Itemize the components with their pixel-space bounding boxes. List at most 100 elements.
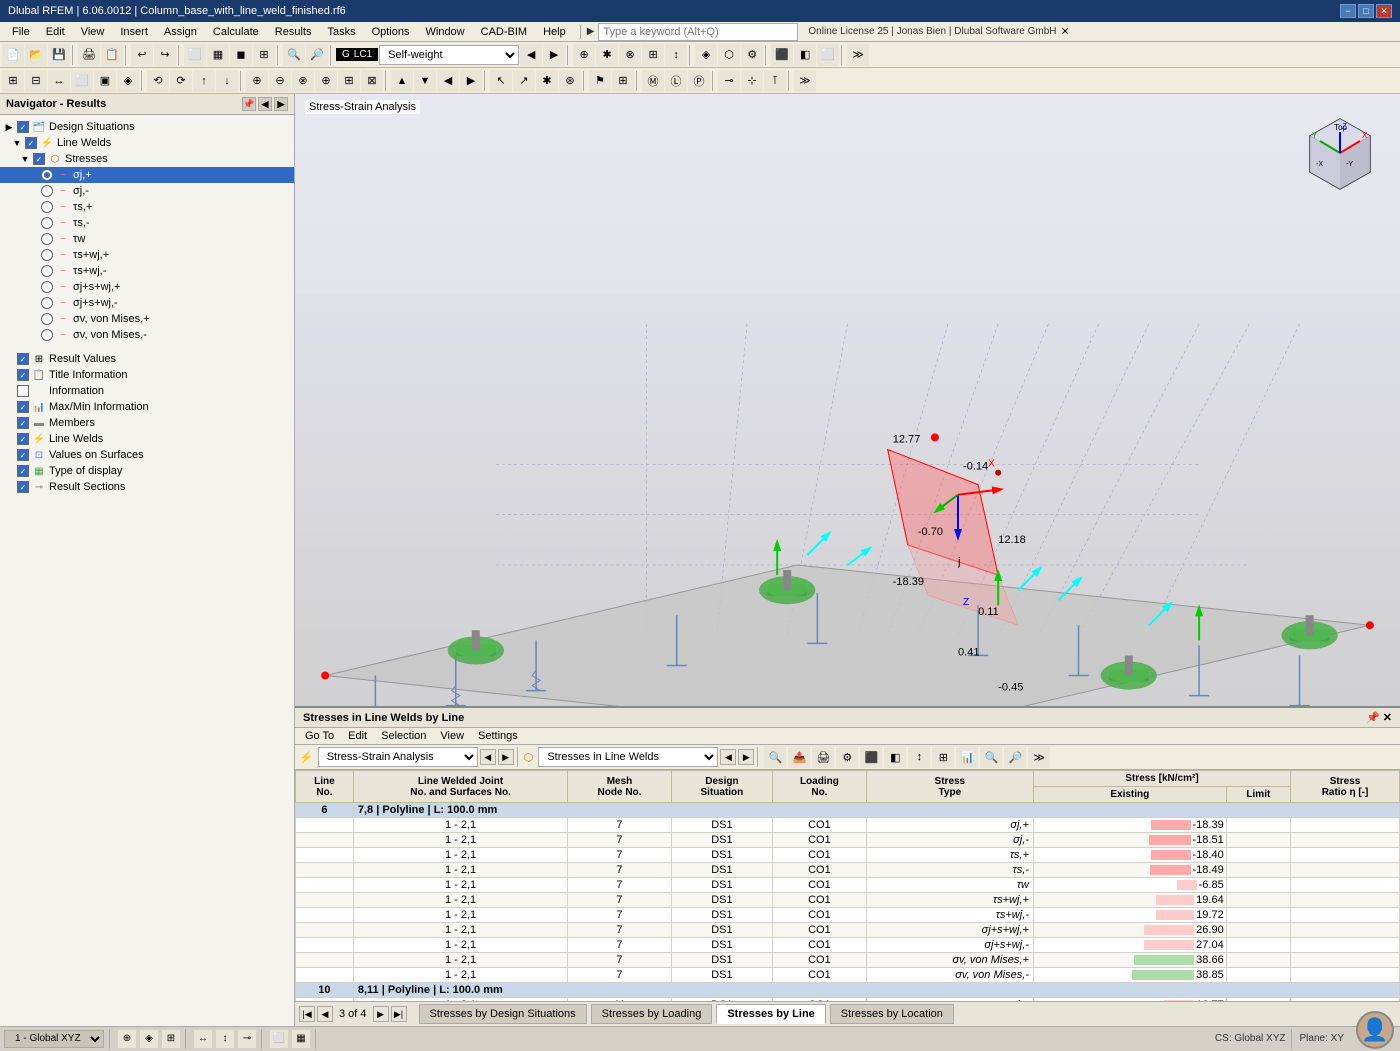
radio-sigma-j-s-wj-neg[interactable] [41, 297, 53, 309]
menu-calculate[interactable]: Calculate [205, 24, 267, 40]
tb2-30[interactable]: ⊸ [718, 70, 740, 92]
nav-prev-btn[interactable]: ◀ [258, 97, 272, 111]
sb-btn-5[interactable]: ↕ [216, 1030, 234, 1048]
tb-extra-8[interactable]: ⚙ [741, 44, 763, 66]
tb-extra-3[interactable]: ⊗ [619, 44, 641, 66]
check-type-display[interactable]: ✓ [17, 465, 29, 477]
tb2-26[interactable]: ⊞ [612, 70, 634, 92]
tb-extra-9[interactable]: ⬛ [771, 44, 793, 66]
analysis-type-dropdown[interactable]: Stress-Strain Analysis [318, 747, 478, 767]
tree-item-type-display[interactable]: ✓ ▦ Type of display [0, 463, 294, 479]
tb2-31[interactable]: ⊹ [741, 70, 763, 92]
radio-sigma-v-mises-neg[interactable] [41, 329, 53, 341]
tab-loading[interactable]: Stresses by Loading [591, 1004, 713, 1024]
nav-prev-btn[interactable]: ◀ [520, 44, 542, 66]
tb2-24[interactable]: ⊛ [559, 70, 581, 92]
rt-btn-print[interactable]: 🖨 [812, 746, 834, 768]
menu-edit[interactable]: Edit [38, 24, 73, 40]
tree-item-title-info[interactable]: ✓ 📋 Title Information [0, 367, 294, 383]
results-panel-pin[interactable]: 📌 [1366, 711, 1380, 724]
radio-tau-s-neg[interactable] [41, 217, 53, 229]
undo-btn[interactable]: ↩ [131, 44, 153, 66]
tree-item-result-values[interactable]: ✓ ⊞ Result Values [0, 351, 294, 367]
sb-btn-2[interactable]: ◈ [140, 1030, 158, 1048]
results-table-wrap[interactable]: LineNo. Line Welded JointNo. and Surface… [295, 770, 1400, 1001]
tb2-27[interactable]: Ⓜ [642, 70, 664, 92]
tb2-25[interactable]: ⚑ [589, 70, 611, 92]
tb2-8[interactable]: ⟳ [170, 70, 192, 92]
rt-btn-export[interactable]: 📤 [788, 746, 810, 768]
open-btn[interactable]: 📂 [25, 44, 47, 66]
rt-btn-filter[interactable]: 🔍 [764, 746, 786, 768]
tb-extra-7[interactable]: ⬡ [718, 44, 740, 66]
tb2-11[interactable]: ⊕ [246, 70, 268, 92]
tab-design-situations[interactable]: Stresses by Design Situations [419, 1004, 587, 1024]
view2-btn[interactable]: ▦ [207, 44, 229, 66]
sb-btn-4[interactable]: ↔ [194, 1030, 212, 1048]
tb2-16[interactable]: ⊠ [361, 70, 383, 92]
tb2-23[interactable]: ✱ [536, 70, 558, 92]
tb2-32[interactable]: ⊺ [764, 70, 786, 92]
tb2-21[interactable]: ↖ [490, 70, 512, 92]
sb-btn-8[interactable]: ▦ [292, 1030, 310, 1048]
rt-stress-nav-next[interactable]: ▶ [738, 749, 754, 765]
check-members[interactable]: ✓ [17, 417, 29, 429]
menu-cadbim[interactable]: CAD-BIM [473, 24, 535, 40]
menu-options[interactable]: Options [364, 24, 418, 40]
rt-btn-cols[interactable]: ⬛ [860, 746, 882, 768]
sb-btn-1[interactable]: ⊕ [118, 1030, 136, 1048]
tree-item-tau-s-wj-pos[interactable]: ~ τs+wj,+ [0, 247, 294, 263]
tb2-28[interactable]: Ⓛ [665, 70, 687, 92]
tb2-more[interactable]: ≫ [794, 70, 816, 92]
tree-item-line-welds-bottom[interactable]: ✓ ⚡ Line Welds [0, 431, 294, 447]
nav-pin-btn[interactable]: 📌 [242, 97, 256, 111]
tree-item-tau-s-neg[interactable]: ~ τs,- [0, 215, 294, 231]
tab-line[interactable]: Stresses by Line [716, 1004, 825, 1024]
redo-btn[interactable]: ↪ [154, 44, 176, 66]
viewport[interactable]: Stress-Strain Analysis [295, 94, 1400, 1026]
radio-tau-s-wj-neg[interactable] [41, 265, 53, 277]
view3-btn[interactable]: ◼ [230, 44, 252, 66]
tree-item-tau-s-pos[interactable]: ~ τs,+ [0, 199, 294, 215]
tb2-17[interactable]: ▲ [391, 70, 413, 92]
tb2-5[interactable]: ▣ [94, 70, 116, 92]
tree-item-line-welds[interactable]: ▼ ✓ ⚡ Line Welds [0, 135, 294, 151]
page-first-btn[interactable]: |◀ [299, 1006, 315, 1022]
rt-nav-next[interactable]: ▶ [498, 749, 514, 765]
tb-extra-11[interactable]: ⬜ [817, 44, 839, 66]
check-line-welds[interactable]: ✓ [25, 137, 37, 149]
page-prev-btn[interactable]: ◀ [317, 1006, 333, 1022]
zoom-btn[interactable]: 🔍 [283, 44, 305, 66]
nav-next-btn[interactable]: ▶ [274, 97, 288, 111]
nav-cube[interactable]: Top -Y -X X Y Z [1300, 114, 1380, 194]
rt-btn-zoom-out[interactable]: 🔎 [1004, 746, 1026, 768]
menu-window[interactable]: Window [418, 24, 473, 40]
tab-location[interactable]: Stresses by Location [830, 1004, 954, 1024]
results-menu-view[interactable]: View [434, 729, 470, 743]
tb2-1[interactable]: ⊞ [2, 70, 24, 92]
radio-sigma-j-pos[interactable] [41, 169, 53, 181]
tb-extra-6[interactable]: ◈ [695, 44, 717, 66]
tree-item-values-surfaces[interactable]: ✓ ⊡ Values on Surfaces [0, 447, 294, 463]
tree-item-tau-w[interactable]: ~ τw [0, 231, 294, 247]
coord-system-dropdown[interactable]: 1 - Global XYZ [4, 1030, 104, 1048]
close-button[interactable]: ✕ [1376, 4, 1392, 18]
view1-btn[interactable]: ⬜ [184, 44, 206, 66]
check-stresses[interactable]: ✓ [33, 153, 45, 165]
rt-btn-rows[interactable]: ◧ [884, 746, 906, 768]
tb2-18[interactable]: ▼ [414, 70, 436, 92]
tree-item-sigma-j-s-wj-pos[interactable]: ~ σj+s+wj,+ [0, 279, 294, 295]
radio-sigma-j-neg[interactable] [41, 185, 53, 197]
rt-btn-zoom-in[interactable]: 🔍 [980, 746, 1002, 768]
tb2-3[interactable]: ↔ [48, 70, 70, 92]
tb2-13[interactable]: ⊗ [292, 70, 314, 92]
keyword-search-input[interactable] [598, 23, 798, 41]
results-menu-edit[interactable]: Edit [342, 729, 373, 743]
rt-btn-graph[interactable]: 📊 [956, 746, 978, 768]
results-menu-goto[interactable]: Go To [299, 729, 340, 743]
tb-more[interactable]: ≫ [847, 44, 869, 66]
tree-item-design-situations[interactable]: ▶ ✓ 🗂 Design Situations [0, 119, 294, 135]
radio-sigma-j-s-wj-pos[interactable] [41, 281, 53, 293]
new-btn[interactable]: 📄 [2, 44, 24, 66]
print2-btn[interactable]: 📋 [101, 44, 123, 66]
